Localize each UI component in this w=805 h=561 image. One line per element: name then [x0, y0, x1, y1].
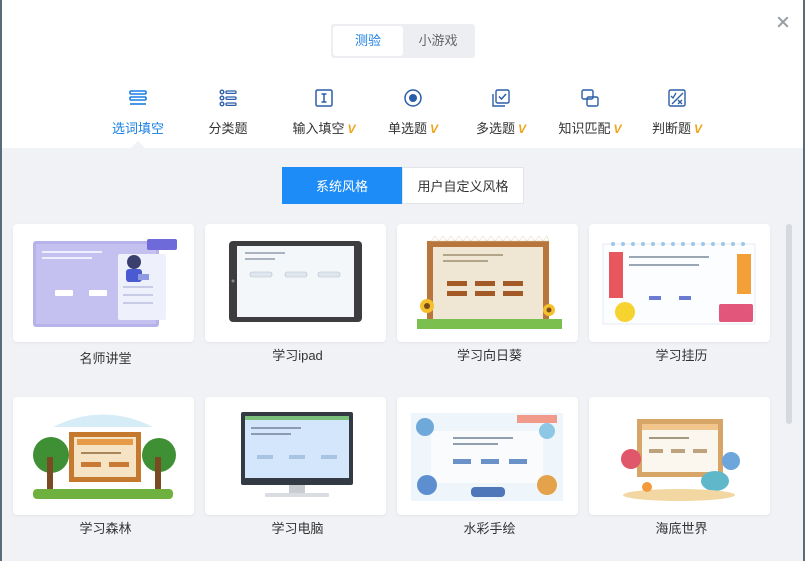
type-single-choice[interactable]: 单选题 V [384, 88, 442, 148]
tab-mini-game[interactable]: 小游戏 [403, 26, 473, 56]
template-dialog: 测验 小游戏 选词填空 分类题 输入填空 V 单选题 V 多选题 V 知识匹配 … [2, 0, 803, 561]
tab-system-style[interactable]: 系统风格 [282, 167, 402, 204]
template-name: 名师讲堂 [79, 351, 132, 366]
template-card-calendar[interactable] [589, 224, 770, 342]
type-label: 判断题 [651, 121, 691, 136]
template-thumbnail [411, 413, 563, 501]
type-fill-blank[interactable]: 选词填空 [110, 88, 166, 148]
template-name: 水彩手绘 [463, 521, 516, 536]
type-label: 单选题 [387, 121, 427, 136]
type-multi-choice[interactable]: 多选题 V [472, 88, 530, 148]
template-name: 学习ipad [272, 348, 323, 363]
template-name: 学习挂历 [655, 348, 708, 363]
template-thumbnail [602, 242, 756, 325]
template-thumbnail [229, 241, 362, 322]
template-name: 海底世界 [655, 521, 708, 536]
template-thumbnail [417, 235, 562, 329]
vip-badge: V [694, 122, 703, 136]
type-category[interactable]: 分类题 [206, 88, 250, 148]
type-text-input[interactable]: 输入填空 V [288, 88, 360, 148]
style-switch: 系统风格 用户自定义风格 [282, 167, 524, 204]
vip-badge: V [613, 122, 622, 136]
text-input-icon [315, 89, 333, 107]
mode-switch: 测验 小游戏 [331, 24, 475, 58]
tab-quiz[interactable]: 测验 [333, 26, 403, 56]
radio-icon [404, 89, 422, 107]
dialog-header: 测验 小游戏 选词填空 分类题 输入填空 V 单选题 V 多选题 V 知识匹配 … [2, 0, 803, 148]
match-icon [581, 89, 599, 107]
vip-badge: V [347, 122, 356, 136]
type-label: 选词填空 [111, 121, 164, 136]
type-true-false[interactable]: 判断题 V [648, 88, 706, 148]
type-knowledge-match[interactable]: 知识匹配 V [554, 88, 626, 148]
template-name: 学习森林 [79, 521, 132, 536]
fill-blank-icon [129, 90, 147, 105]
template-card-forest[interactable] [13, 397, 194, 515]
template-thumbnail [621, 419, 740, 501]
close-icon[interactable] [775, 14, 791, 30]
template-card-teacher[interactable] [13, 224, 194, 342]
template-card-computer[interactable] [205, 397, 386, 515]
template-card-ipad[interactable] [205, 224, 386, 342]
vip-badge: V [430, 122, 439, 136]
type-label: 输入填空 [292, 121, 345, 136]
type-label: 知识匹配 [558, 121, 611, 136]
template-thumbnail [241, 412, 353, 497]
scrollbar[interactable] [786, 224, 792, 424]
category-icon [219, 89, 237, 107]
template-thumbnail [33, 239, 177, 327]
vip-badge: V [518, 122, 527, 136]
template-card-sunflower[interactable] [397, 224, 578, 342]
template-card-watercolor[interactable] [397, 397, 578, 515]
tab-custom-style[interactable]: 用户自定义风格 [402, 167, 524, 204]
checkbox-icon [492, 89, 510, 107]
template-name: 学习电脑 [271, 521, 324, 536]
template-name: 学习向日葵 [456, 348, 522, 363]
type-label: 分类题 [208, 121, 248, 136]
type-label: 多选题 [475, 121, 515, 136]
true-false-icon [668, 89, 686, 107]
template-card-ocean[interactable] [589, 397, 770, 515]
template-thumbnail [33, 414, 176, 499]
